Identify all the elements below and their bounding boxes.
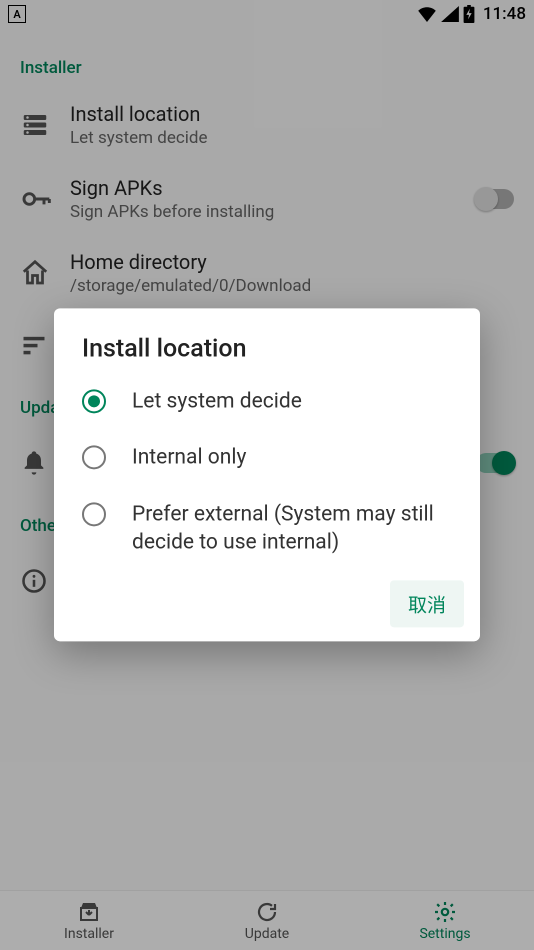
- option-label: Internal only: [132, 444, 246, 472]
- option-label: Let system decide: [132, 387, 302, 415]
- option-label: Prefer external (System may still decide…: [132, 500, 452, 557]
- dialog-title: Install location: [54, 334, 480, 373]
- radio-icon: [82, 446, 106, 470]
- dialog-option-system[interactable]: Let system decide: [54, 373, 480, 429]
- dialog-option-internal[interactable]: Internal only: [54, 430, 480, 486]
- radio-icon: [82, 502, 106, 526]
- install-location-dialog: Install location Let system decide Inter…: [54, 308, 480, 641]
- dialog-option-external[interactable]: Prefer external (System may still decide…: [54, 486, 480, 571]
- cancel-button[interactable]: 取消: [390, 581, 464, 628]
- radio-icon: [82, 389, 106, 413]
